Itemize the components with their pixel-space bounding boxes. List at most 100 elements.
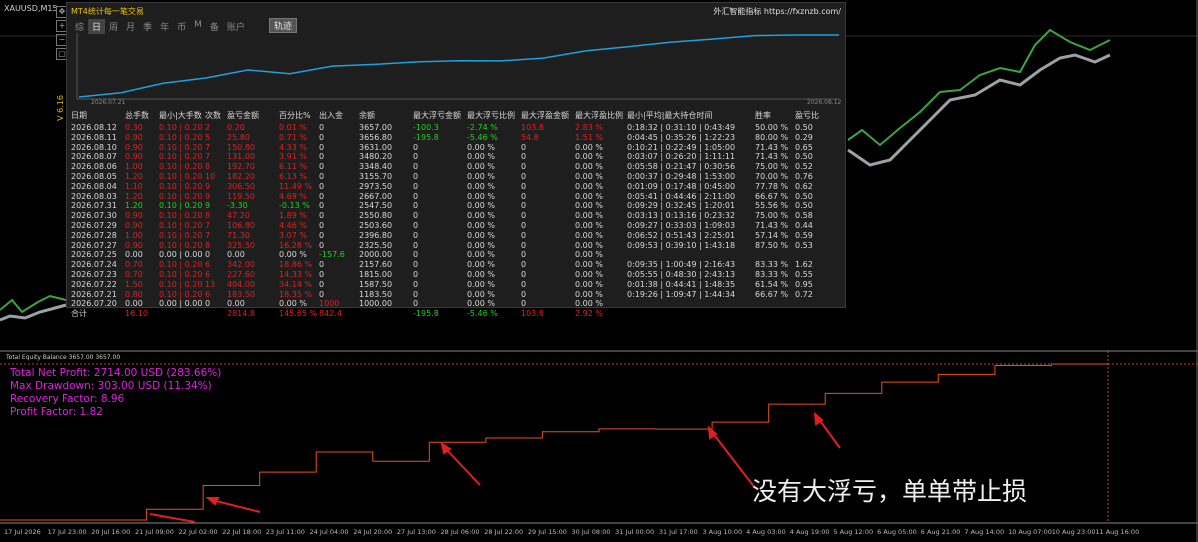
cell-time: 0:18:32 | 0:31:10 | 0:43:49 <box>627 123 736 132</box>
cell-io: 0 <box>319 123 325 132</box>
cell-lots: 0.70 <box>125 260 143 270</box>
cell-lots: 0.90 <box>125 132 143 142</box>
cell-mfp: 0 <box>521 230 527 240</box>
cell-mfl: 0 <box>413 270 419 279</box>
cell-minmax: 0.10 | 0.20 <box>159 230 203 240</box>
cell-mfp: 0 <box>521 181 527 191</box>
cell-win: 70.00 % <box>755 172 789 181</box>
time-axis-label: 6 Aug 21:00 <box>920 528 961 536</box>
cell-win: 55.56 % <box>755 201 789 211</box>
column-header: 出入金 <box>319 111 343 120</box>
cell-io: 0 <box>319 279 325 289</box>
annotation-text: 没有大浮亏，单单带止损 <box>752 477 1028 506</box>
cell-mfp: 0 <box>521 162 527 172</box>
cell-io: 0 <box>319 132 325 142</box>
cell-mflp: 0.00 % <box>467 211 495 221</box>
cell-pr: 0.53 <box>795 240 813 250</box>
column-header: 最小|大手数 <box>159 111 202 120</box>
cell-mfp: 0 <box>521 260 527 270</box>
column-header: 百分比% <box>279 111 311 120</box>
cell-date: 2026.07.22 <box>71 279 117 289</box>
cell-win: 66.67 % <box>755 191 789 201</box>
cell-mflp: 0.00 % <box>467 270 495 279</box>
cell-time: 0:05:58 | 0:21:47 | 0:30:56 <box>627 162 736 172</box>
table-header: 日期 总手数 最小|大手数 次数 盈亏金额 百分比% 出入金 余额 最大浮亏金额 最大浮亏比例 最大… <box>67 110 845 122</box>
cell-mflp: 0.00 % <box>467 152 495 162</box>
cell-pct: 16.28 % <box>279 240 313 250</box>
cell-lots: 1.20 <box>125 191 143 201</box>
cell-mfpp: 0.00 % <box>575 230 603 240</box>
version-label: V 6.16 <box>56 95 65 121</box>
recovery-factor-text: Recovery Factor: 8.96 <box>10 393 125 405</box>
cell-pnl: 25.80 <box>227 132 250 142</box>
cell-bal: 3656.80 <box>359 132 393 142</box>
cell-pnl: 342.00 <box>227 260 255 270</box>
cell-minmax: 0.10 | 0.20 <box>159 221 203 230</box>
table-row: 2026.07.30 0.90 0.10 | 0.20 8 47.20 1.89 % 0 25… <box>67 211 845 221</box>
cell-date: 2026.07.30 <box>71 211 117 221</box>
cell-bal: 2396.80 <box>359 230 393 240</box>
cell-mfp: 0 <box>521 142 527 152</box>
cell-count: 8 <box>205 162 211 172</box>
cell-date: 2026.08.07 <box>71 152 117 162</box>
website-link[interactable]: 外汇智能指标 https://fxznzb.com/ <box>713 6 841 17</box>
time-axis-label: 10 Aug 07:00 <box>1008 528 1052 536</box>
cell-lots: 0.90 <box>125 240 143 250</box>
cell-mfl: 0 <box>413 172 419 181</box>
time-axis-label: 6 Aug 05:00 <box>877 528 917 536</box>
total-mfpp: 2.92 % <box>575 309 603 319</box>
cell-pr: 0.95 <box>795 279 813 289</box>
cell-count: 0 <box>205 299 211 309</box>
cell-bal: 2503.60 <box>359 221 393 230</box>
cell-io: 0 <box>319 162 325 172</box>
cell-win: 87.50 % <box>755 240 789 250</box>
cell-date: 2026.07.29 <box>71 221 117 230</box>
cell-pct: 4.33 % <box>279 142 307 152</box>
total-io: 842.4 <box>319 309 342 319</box>
cell-win: 77.78 % <box>755 181 789 191</box>
table-row: 2026.08.07 0.90 0.10 | 0.20 7 131.00 3.91 % 0 3… <box>67 152 845 162</box>
cell-minmax: 0.10 | 0.20 <box>159 279 203 289</box>
cell-minmax: 0.00 | 0.00 <box>159 250 203 260</box>
cell-mfpp: 0.00 % <box>575 250 603 260</box>
column-header: 日期 <box>71 111 87 120</box>
time-axis-label: 28 Jul 06:00 <box>440 528 480 536</box>
cell-mfpp: 0.00 % <box>575 260 603 270</box>
cell-mfp: 0 <box>521 299 527 309</box>
cell-mflp: 0.00 % <box>467 299 495 309</box>
max-drawdown-text: Max Drawdown: 303.00 USD (11.34%) <box>10 380 212 392</box>
cell-mfl: 0 <box>413 260 419 270</box>
table-row: 2026.08.05 1.20 0.10 | 0.20 10 182.20 6.13 % 0… <box>67 172 845 182</box>
cell-minmax: 0.10 | 0.20 <box>159 211 203 221</box>
cell-time: 0:19:26 | 1:09:47 | 1:44:34 <box>627 289 736 299</box>
cell-date: 2026.07.24 <box>71 260 117 270</box>
cell-count: 9 <box>205 191 211 201</box>
cell-time: 0:09:35 | 1:00:49 | 2:16:43 <box>627 260 736 270</box>
cell-pct: 18.35 % <box>279 289 313 299</box>
cell-minmax: 0.10 | 0.20 <box>159 240 203 250</box>
cell-pct: 14.33 % <box>279 270 313 279</box>
cell-pr: 0.55 <box>795 270 813 279</box>
cell-mfl: 0 <box>413 201 419 211</box>
cell-mflp: 0.00 % <box>467 289 495 299</box>
cell-time: 0:09:29 | 0:32:45 | 1:20:01 <box>627 201 736 211</box>
time-axis-label: 3 Aug 10:00 <box>702 528 743 536</box>
cell-pct: 0.71 % <box>279 132 307 142</box>
cell-pct: 0.00 % <box>279 250 307 260</box>
cell-bal: 1815.00 <box>359 270 393 279</box>
table-row: 2026.07.22 1.50 0.10 | 0.20 13 404.00 34.14 %… <box>67 280 845 290</box>
cell-mflp: -5.46 % <box>467 132 498 142</box>
cell-pr: 0.72 <box>795 289 813 299</box>
column-header: 最大浮盈金额 <box>521 111 569 120</box>
table-row: 2026.08.04 1.10 0.10 | 0.20 9 306.50 11.49 % 0… <box>67 182 845 192</box>
cell-date: 2026.07.27 <box>71 240 117 250</box>
cell-pr: 0.62 <box>795 181 813 191</box>
website-url[interactable]: https://fxznzb.com/ <box>764 7 841 16</box>
cell-mfp: 0 <box>521 152 527 162</box>
cell-pr: 0.65 <box>795 142 813 152</box>
cell-mflp: 0.00 % <box>467 172 495 181</box>
cell-date: 2026.07.31 <box>71 201 117 211</box>
column-header: 总手数 <box>125 111 149 120</box>
cell-pr: 0.50 <box>795 191 813 201</box>
cell-minmax: 0.10 | 0.20 <box>159 132 203 142</box>
